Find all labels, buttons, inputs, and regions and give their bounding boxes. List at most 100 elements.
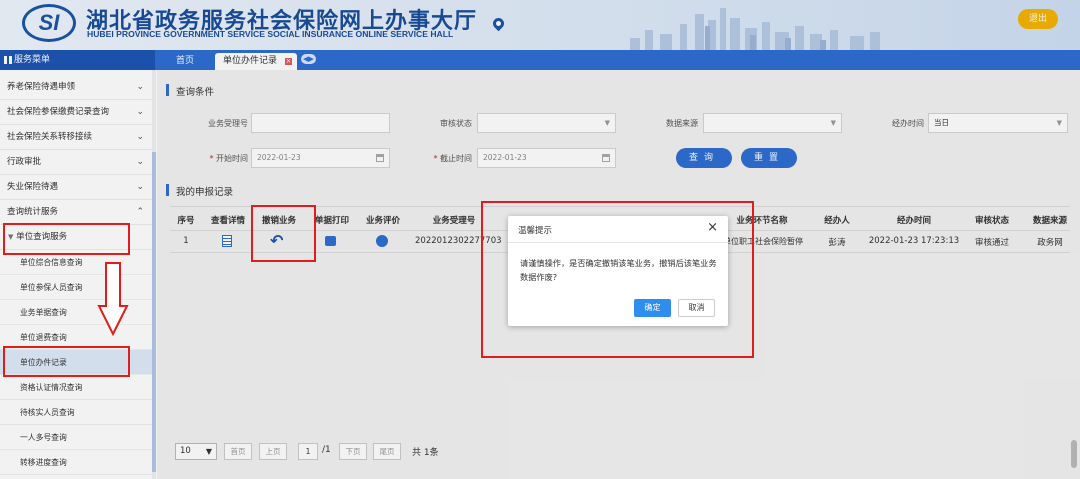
query-section-title: 查询条件 (176, 87, 215, 98)
sidebar-sub-transfer-progress[interactable]: 转移进度查询 (0, 450, 152, 475)
col-audit-status: 审核状态 (974, 216, 1009, 226)
data-source-select[interactable]: ▼ (703, 113, 842, 133)
site-logo: SI (22, 4, 76, 42)
sidebar-sub-multi-account[interactable]: 一人多号查询 (0, 425, 152, 450)
next-page-button[interactable]: 下页 (339, 443, 367, 460)
sidebar-sub-label: 单位退费查询 (20, 333, 67, 342)
close-icon[interactable]: × (284, 57, 293, 66)
chevron-up-icon: ⌃ (136, 207, 144, 217)
audit-status-select[interactable]: ▼ (477, 113, 616, 133)
section-marker (166, 84, 169, 96)
annotation-box-unit-query (3, 223, 130, 255)
sidebar-sub-label: 业务单据查询 (20, 308, 67, 317)
site-header: SI 湖北省政务服务社会保险网上办事大厅 HUBEI PROVINCE GOVE… (0, 0, 1080, 50)
col-handle-time: 经办时间 (896, 216, 931, 226)
prev-page-button[interactable]: 上页 (259, 443, 287, 460)
data-source-label: 数据来源 (666, 119, 698, 128)
sidebar-item-label: 查询统计服务 (7, 207, 59, 217)
cell-data-source: 政务网 (1037, 238, 1063, 248)
page-size-select[interactable]: 10 ▼ (175, 443, 217, 460)
sidebar-sub-pending-verify[interactable]: 待核实人员查询 (0, 400, 152, 425)
chevron-down-icon: ⌄ (136, 182, 144, 192)
end-time-label: * 截止时间 (433, 154, 472, 163)
sidebar-sub-insured-staff[interactable]: 单位参保人员查询 (0, 275, 152, 300)
service-menu-title: 服务菜单 (0, 50, 155, 70)
annotation-down-arrow (97, 262, 129, 336)
sidebar-item-label: 失业保险待遇 (7, 182, 59, 192)
chevron-down-icon: ⌄ (136, 107, 144, 117)
section-marker (166, 184, 169, 196)
grid-icon (4, 56, 12, 64)
chevron-down-icon: ⌄ (136, 157, 144, 167)
cell-handler: 彭涛 (828, 238, 846, 248)
tab-unit-records-label: 单位办件记录 (223, 56, 278, 66)
annotation-box-revoke (251, 205, 316, 262)
start-time-value: 2022-01-23 (257, 153, 301, 162)
city-skyline-decoration (630, 8, 880, 50)
sidebar-sub-documents[interactable]: 业务单据查询 (0, 300, 152, 325)
sidebar-item-payment-record[interactable]: 社会保险参保缴费记录查询 ⌄ (0, 100, 152, 125)
sidebar-sub-label: 转移进度查询 (20, 458, 67, 467)
print-icon[interactable] (325, 236, 336, 246)
calendar-icon[interactable] (376, 154, 384, 162)
start-time-input[interactable]: 2022-01-23 (251, 148, 390, 168)
dropdown-arrow-icon: ▼ (830, 119, 836, 127)
sidebar-item-pension[interactable]: 养老保险待遇申领 ⌄ (0, 75, 152, 100)
end-time-value: 2022-01-23 (483, 153, 527, 162)
total-records-text: 共 1条 (412, 448, 439, 458)
end-time-input[interactable]: 2022-01-23 (477, 148, 616, 168)
audit-status-label: 审核状态 (440, 119, 472, 128)
sidebar-item-label: 社会保险参保缴费记录查询 (7, 107, 110, 117)
cell-audit-status: 审核通过 (974, 238, 1009, 248)
handle-time-select[interactable]: 当日 ▼ (928, 113, 1068, 133)
sidebar-sub-label: 一人多号查询 (20, 433, 67, 442)
sidebar-sub-label: 待核实人员查询 (20, 408, 75, 417)
logout-button[interactable]: 退出 (1018, 9, 1058, 29)
view-detail-icon[interactable] (222, 235, 232, 247)
annotation-box-unit-records (3, 346, 130, 377)
page-number-input[interactable]: 1 (298, 443, 318, 460)
tab-home-label: 首页 (176, 56, 195, 66)
cell-index: 1 (183, 236, 189, 246)
dropdown-arrow-icon: ▼ (1056, 119, 1062, 127)
sidebar-sub-certification[interactable]: 资格认证情况查询 (0, 375, 152, 400)
reset-button[interactable]: 重置 (741, 148, 797, 168)
sidebar-sub-label: 资格认证情况查询 (20, 383, 83, 392)
page-scrollbar[interactable] (1071, 440, 1077, 468)
last-page-button[interactable]: 尾页 (373, 443, 401, 460)
sidebar-sub-label: 单位综合信息查询 (20, 258, 83, 267)
chevron-down-icon: ⌄ (136, 82, 144, 92)
biz-no-label: 业务受理号 (208, 119, 248, 128)
evaluate-icon[interactable] (376, 235, 388, 247)
sidebar-item-approval[interactable]: 行政审批 ⌄ (0, 150, 152, 175)
sidebar-item-label: 行政审批 (7, 157, 42, 167)
sidebar-item-label: 社会保险关系转移接续 (7, 132, 93, 142)
col-evaluate: 业务评价 (365, 216, 400, 226)
top-nav-bar (0, 50, 1080, 70)
sidebar-menu: 养老保险待遇申领 ⌄ 社会保险参保缴费记录查询 ⌄ 社会保险关系转移接续 ⌄ 行政审批… (0, 70, 152, 479)
records-section-title: 我的申报记录 (176, 187, 234, 198)
col-view-detail: 查看详情 (210, 216, 245, 226)
first-page-button[interactable]: 首页 (224, 443, 252, 460)
more-tabs-icon[interactable]: ◀▶ (301, 54, 316, 64)
end-time-text: 截止时间 (440, 154, 472, 163)
col-index: 序号 (177, 216, 195, 226)
biz-no-input[interactable] (251, 113, 390, 133)
location-pin-icon[interactable] (490, 15, 507, 32)
tab-home[interactable]: 首页 (168, 53, 208, 70)
total-pages-text: /1 (322, 445, 331, 455)
sidebar-item-label: 养老保险待遇申领 (7, 82, 76, 92)
sidebar-item-statistics[interactable]: 查询统计服务 ⌃ (0, 200, 152, 225)
col-print: 单据打印 (314, 216, 349, 226)
search-button[interactable]: 查询 (676, 148, 732, 168)
start-time-text: 开始时间 (216, 154, 248, 163)
site-title-en: HUBEI PROVINCE GOVERNMENT SERVICE SOCIAL… (87, 29, 454, 39)
sidebar-item-transfer[interactable]: 社会保险关系转移接续 ⌄ (0, 125, 152, 150)
handle-time-value: 当日 (934, 118, 949, 127)
sidebar-item-unemployment[interactable]: 失业保险待遇 ⌄ (0, 175, 152, 200)
dropdown-arrow-icon: ▼ (205, 447, 212, 456)
tab-unit-records[interactable]: 单位办件记录 × (215, 53, 297, 70)
calendar-icon[interactable] (602, 154, 610, 162)
page-size-value: 10 (180, 446, 191, 456)
sidebar-scrollbar[interactable] (152, 70, 156, 479)
